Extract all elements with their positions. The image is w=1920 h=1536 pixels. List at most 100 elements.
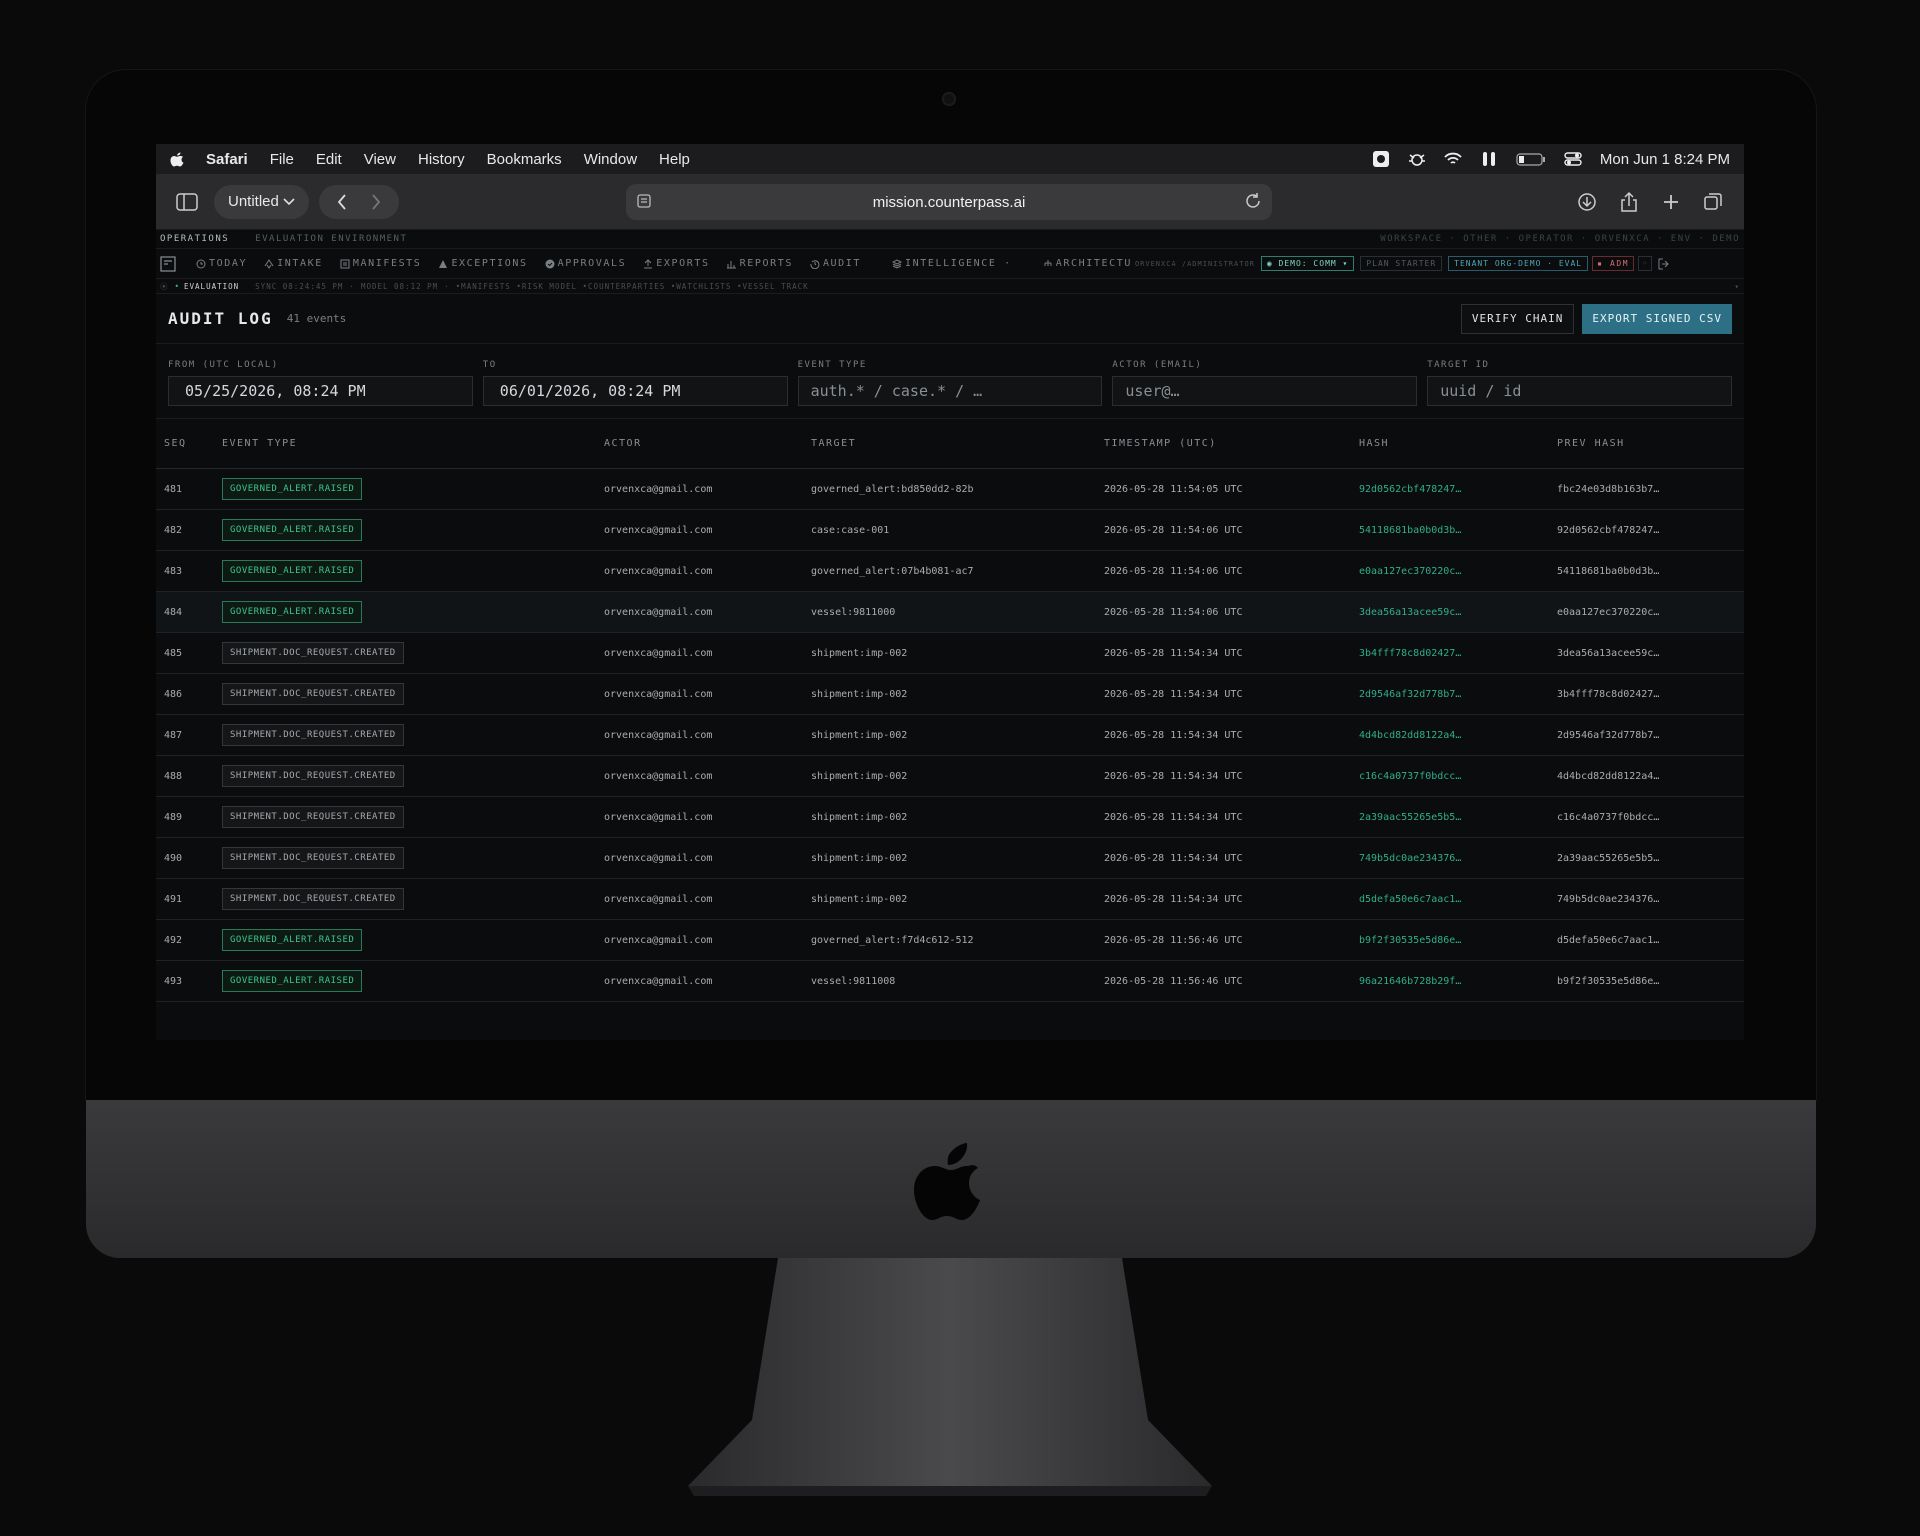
actor-email-input[interactable]: user@…: [1112, 376, 1418, 406]
demo-mode-selector[interactable]: ◉ DEMO: COMM ▾: [1260, 256, 1355, 271]
nav-manifests[interactable]: MANIFESTS: [340, 258, 422, 269]
tab-overview-button[interactable]: [1696, 185, 1730, 219]
event-count: 41 events: [286, 312, 347, 325]
menu-window[interactable]: Window: [584, 151, 637, 168]
cell-timestamp: 2026-05-28 11:54:34 UTC: [1104, 647, 1243, 659]
plan-badge: PLAN STARTER: [1360, 256, 1443, 271]
control-center-icon[interactable]: [1564, 151, 1582, 167]
cell-seq: 490: [164, 852, 183, 864]
table-row[interactable]: 485 SHIPMENT.DOC_REQUEST.CREATED orvenxca@…: [156, 633, 1744, 674]
status-app-icon[interactable]: [1372, 151, 1390, 167]
share-button[interactable]: [1612, 185, 1646, 219]
nav-exports[interactable]: EXPORTS: [643, 258, 709, 269]
table-row[interactable]: 484 GOVERNED_ALERT.RAISED orvenxca@gmail.c…: [156, 592, 1744, 633]
table-row[interactable]: 493 GOVERNED_ALERT.RAISED orvenxca@gmail.c…: [156, 961, 1744, 1002]
cell-timestamp: 2026-05-28 11:54:34 UTC: [1104, 893, 1243, 905]
target-id-input[interactable]: uuid / id: [1427, 376, 1732, 406]
table-row[interactable]: 491 SHIPMENT.DOC_REQUEST.CREATED orvenxca@…: [156, 879, 1744, 920]
col-hash[interactable]: HASH: [1359, 438, 1557, 449]
col-actor[interactable]: ACTOR: [604, 438, 811, 449]
apple-menu-icon[interactable]: [170, 151, 184, 167]
nav-architecture-label: ARCHITECTU: [1055, 258, 1132, 269]
to-date-input[interactable]: 06/01/2026, 08:24 PM: [482, 376, 788, 406]
battery-icon[interactable]: [1516, 151, 1546, 167]
export-signed-csv-button[interactable]: EXPORT SIGNED CSV: [1582, 303, 1732, 334]
nav-audit[interactable]: AUDIT: [810, 258, 861, 269]
col-target[interactable]: TARGET: [811, 438, 1104, 449]
from-date-input[interactable]: 05/25/2026, 08:24 PM: [168, 376, 473, 406]
cell-seq: 483: [164, 565, 183, 577]
col-prev-hash[interactable]: PREV HASH: [1557, 438, 1737, 449]
cell-hash: 2d9546af32d778b7…: [1359, 688, 1462, 700]
menu-edit[interactable]: Edit: [316, 151, 342, 168]
table-row[interactable]: 481 GOVERNED_ALERT.RAISED orvenxca@gmail.c…: [156, 469, 1744, 510]
page-header: AUDIT LOG 41 events VERIFY CHAIN EXPORT …: [156, 294, 1744, 344]
nav-audit-label: AUDIT: [822, 258, 862, 269]
downloads-button[interactable]: [1570, 185, 1604, 219]
col-seq[interactable]: SEQ: [156, 438, 222, 449]
filter-bar: FROM (UTC LOCAL) 05/25/2026, 08:24 PM TO…: [156, 344, 1744, 419]
history-nav: [318, 184, 399, 219]
logout-icon[interactable]: [1658, 258, 1670, 270]
more-badge[interactable]: ◦: [1638, 256, 1653, 271]
chart-icon: [726, 260, 736, 268]
nav-intelligence[interactable]: INTELLIGENCE ·: [892, 258, 1012, 269]
nav-today[interactable]: TODAY: [196, 258, 247, 269]
nav-exceptions[interactable]: EXCEPTIONS: [438, 258, 527, 269]
cell-seq: 481: [164, 483, 183, 495]
sidebar-toggle-button[interactable]: [170, 185, 204, 219]
menu-view[interactable]: View: [364, 151, 396, 168]
nav-intake[interactable]: INTAKE: [264, 258, 323, 269]
verify-chain-button[interactable]: VERIFY CHAIN: [1460, 303, 1575, 334]
back-button[interactable]: [325, 185, 359, 219]
cell-timestamp: 2026-05-28 11:54:06 UTC: [1104, 524, 1243, 536]
table-row[interactable]: 492 GOVERNED_ALERT.RAISED orvenxca@gmail.c…: [156, 920, 1744, 961]
menu-help[interactable]: Help: [659, 151, 690, 168]
cell-timestamp: 2026-05-28 11:56:46 UTC: [1104, 975, 1243, 987]
tab-group-selector[interactable]: Untitled: [214, 184, 309, 219]
filter-target: TARGET ID uuid / id: [1427, 360, 1732, 418]
wifi-icon[interactable]: [1444, 151, 1462, 167]
table-row[interactable]: 489 SHIPMENT.DOC_REQUEST.CREATED orvenxca@…: [156, 797, 1744, 838]
cell-target: shipment:imp-002: [811, 688, 908, 700]
cell-timestamp: 2026-05-28 11:56:46 UTC: [1104, 934, 1243, 946]
nav-architecture[interactable]: ARCHITECTU: [1043, 258, 1132, 269]
menu-history[interactable]: History: [418, 151, 465, 168]
reload-icon[interactable]: [1244, 192, 1262, 210]
table-row[interactable]: 487 SHIPMENT.DOC_REQUEST.CREATED orvenxca@…: [156, 715, 1744, 756]
table-row[interactable]: 483 GOVERNED_ALERT.RAISED orvenxca@gmail.c…: [156, 551, 1744, 592]
cell-prev-hash: 749b5dc0ae234376…: [1557, 893, 1660, 905]
menu-app-name[interactable]: Safari: [206, 151, 248, 168]
app-menu-icon[interactable]: [160, 255, 176, 272]
col-timestamp[interactable]: TIMESTAMP (UTC): [1104, 438, 1359, 449]
cell-prev-hash: 54118681ba0b0d3b…: [1557, 565, 1660, 577]
nav-approvals[interactable]: APPROVALS: [545, 258, 627, 269]
address-bar[interactable]: mission.counterpass.ai: [626, 184, 1272, 220]
table-row[interactable]: 482 GOVERNED_ALERT.RAISED orvenxca@gmail.c…: [156, 510, 1744, 551]
new-tab-button[interactable]: [1654, 185, 1688, 219]
warning-icon: [439, 259, 448, 268]
table-row[interactable]: 490 SHIPMENT.DOC_REQUEST.CREATED orvenxca@…: [156, 838, 1744, 879]
nav-reports[interactable]: REPORTS: [726, 258, 793, 269]
cell-seq: 486: [164, 688, 183, 700]
bug-icon[interactable]: [1408, 151, 1426, 167]
event-type-input[interactable]: auth.* / case.* / …: [797, 376, 1103, 406]
menu-bookmarks[interactable]: Bookmarks: [487, 151, 562, 168]
nav-reports-label: REPORTS: [739, 258, 793, 269]
cell-actor: orvenxca@gmail.com: [604, 934, 713, 946]
menu-file[interactable]: File: [270, 151, 294, 168]
mode-label: EVALUATION: [184, 281, 240, 291]
chevron-down-icon: [283, 197, 295, 205]
menubar-clock[interactable]: Mon Jun 1 8:24 PM: [1600, 151, 1730, 168]
camera-icon: [942, 92, 956, 106]
expand-status-icon[interactable]: ▾: [1734, 282, 1740, 291]
forward-button[interactable]: [359, 185, 393, 219]
page-menu-icon[interactable]: [636, 193, 652, 209]
cell-event-type: GOVERNED_ALERT.RAISED: [222, 519, 604, 541]
airpods-icon[interactable]: [1480, 151, 1498, 167]
cell-actor: orvenxca@gmail.com: [604, 565, 713, 577]
col-event-type[interactable]: EVENT TYPE: [222, 438, 604, 449]
cell-seq: 492: [164, 934, 183, 946]
table-row[interactable]: 488 SHIPMENT.DOC_REQUEST.CREATED orvenxca@…: [156, 756, 1744, 797]
table-row[interactable]: 486 SHIPMENT.DOC_REQUEST.CREATED orvenxca@…: [156, 674, 1744, 715]
